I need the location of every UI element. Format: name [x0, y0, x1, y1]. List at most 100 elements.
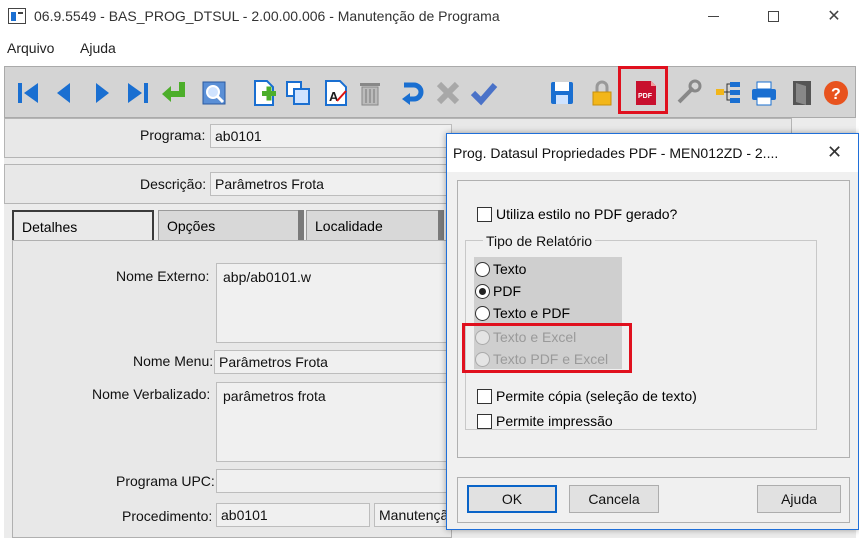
- permite-copia-checkbox-row[interactable]: Permite cópia (seleção de texto): [477, 388, 697, 404]
- maximize-icon: [767, 10, 779, 22]
- radio-pdf[interactable]: [475, 283, 490, 299]
- tab-opcoes[interactable]: Opções: [158, 210, 300, 242]
- tab-detalhes[interactable]: Detalhes: [12, 210, 154, 242]
- utiliza-estilo-checkbox[interactable]: [477, 206, 492, 222]
- maximize-button[interactable]: [750, 0, 796, 32]
- first-icon: [18, 83, 38, 103]
- next-record-button[interactable]: [87, 78, 117, 108]
- radio-texto[interactable]: [475, 261, 490, 277]
- procedimento-desc-field[interactable]: Manutençã: [374, 503, 452, 527]
- ok-button[interactable]: OK: [467, 485, 557, 513]
- last-record-button[interactable]: [123, 78, 153, 108]
- window-title: 06.9.5549 - BAS_PROG_DTSUL - 2.00.00.006…: [34, 8, 500, 24]
- menu-arquivo[interactable]: Arquivo: [7, 40, 54, 56]
- help-icon: ?: [824, 81, 848, 105]
- last-icon: [128, 83, 148, 103]
- radio-texto-pdf[interactable]: [475, 305, 490, 321]
- procedimento-field[interactable]: ab0101: [216, 503, 370, 527]
- descricao-field[interactable]: Parâmetros Frota: [210, 172, 452, 196]
- permite-impressao-label: Permite impressão: [496, 413, 613, 429]
- radio-row-pdf[interactable]: PDF: [475, 283, 521, 299]
- new-icon: [254, 80, 276, 106]
- utiliza-estilo-label: Utiliza estilo no PDF gerado?: [496, 206, 678, 222]
- nome-menu-label: Nome Menu:: [133, 353, 214, 369]
- utiliza-estilo-checkbox-row[interactable]: Utiliza estilo no PDF gerado?: [477, 206, 677, 222]
- tab-localidade[interactable]: Localidade: [306, 210, 440, 242]
- edit-icon: A: [325, 80, 347, 106]
- descricao-label: Descrição:: [140, 176, 207, 192]
- programa-upc-label: Programa UPC:: [116, 473, 215, 489]
- close-button[interactable]: ✕: [811, 0, 857, 32]
- radio-texto-pdf-label: Texto e PDF: [493, 305, 571, 321]
- delete-button[interactable]: [355, 78, 385, 108]
- minimize-button[interactable]: [690, 0, 736, 32]
- svg-text:A: A: [329, 89, 339, 104]
- tree-icon: [716, 82, 740, 103]
- copy-icon: [286, 81, 310, 105]
- tools-button[interactable]: [673, 78, 703, 108]
- toolbar: A PDF ?: [4, 66, 856, 118]
- radio-texto-label: Texto: [493, 261, 527, 277]
- first-record-button[interactable]: [13, 78, 43, 108]
- nome-verbalizado-label: Nome Verbalizado:: [92, 386, 211, 402]
- save-button[interactable]: [547, 78, 577, 108]
- nome-menu-field[interactable]: Parâmetros Frota: [214, 350, 452, 374]
- programa-upc-field[interactable]: [216, 469, 452, 493]
- lock-button[interactable]: [587, 78, 617, 108]
- goto-icon: [162, 82, 185, 102]
- confirm-button[interactable]: [469, 78, 499, 108]
- prev-record-button[interactable]: [49, 78, 79, 108]
- confirm-icon: [470, 83, 498, 106]
- cancel-button[interactable]: [433, 78, 463, 108]
- nome-externo-label: Nome Externo:: [116, 268, 210, 284]
- svg-text:?: ?: [831, 86, 841, 103]
- excel-options-highlight: [462, 323, 632, 373]
- pdf-highlight: [618, 66, 668, 114]
- dialog-title: Prog. Datasul Propriedades PDF - MEN012Z…: [453, 145, 779, 161]
- nome-externo-field[interactable]: abp/ab0101.w: [216, 263, 452, 343]
- search-button[interactable]: [199, 78, 229, 108]
- exit-icon: [793, 81, 811, 105]
- permite-copia-label: Permite cópia (seleção de texto): [496, 388, 697, 404]
- radio-pdf-label: PDF: [493, 283, 521, 299]
- prev-icon: [57, 83, 70, 103]
- permite-impressao-checkbox-row[interactable]: Permite impressão: [477, 413, 613, 429]
- nome-verbalizado-field[interactable]: parâmetros frota: [216, 382, 452, 462]
- permite-copia-checkbox[interactable]: [477, 388, 492, 404]
- search-icon: [202, 81, 226, 105]
- minimize-icon: [707, 15, 719, 17]
- cancela-button[interactable]: Cancela: [569, 485, 659, 513]
- tools-icon: [677, 79, 702, 104]
- dialog-close-icon[interactable]: ✕: [827, 142, 842, 163]
- radio-row-texto[interactable]: Texto: [475, 261, 526, 277]
- menu-bar: Arquivo Ajuda: [0, 36, 859, 60]
- app-icon: [8, 8, 26, 24]
- new-button[interactable]: [249, 78, 279, 108]
- procedimento-label: Procedimento:: [122, 508, 213, 524]
- radio-row-texto-pdf[interactable]: Texto e PDF: [475, 305, 570, 321]
- tree-button[interactable]: [713, 78, 743, 108]
- programa-field[interactable]: ab0101: [210, 124, 452, 148]
- delete-icon: [360, 83, 380, 106]
- tab-opcoes-shadow: [298, 210, 304, 242]
- ajuda-button[interactable]: Ajuda: [757, 485, 841, 513]
- title-bar: 06.9.5549 - BAS_PROG_DTSUL - 2.00.00.006…: [0, 0, 859, 32]
- menu-ajuda[interactable]: Ajuda: [80, 40, 116, 56]
- help-button[interactable]: ?: [821, 78, 851, 108]
- tipo-relatorio-label: Tipo de Relatório: [483, 233, 596, 249]
- goto-button[interactable]: [159, 78, 189, 108]
- undo-icon: [402, 82, 424, 105]
- lock-icon: [592, 80, 612, 106]
- cancel-icon: [436, 81, 460, 105]
- save-icon: [551, 82, 573, 104]
- edit-button[interactable]: A: [321, 78, 351, 108]
- dialog-title-bar: Prog. Datasul Propriedades PDF - MEN012Z…: [447, 134, 858, 172]
- print-button[interactable]: [749, 78, 779, 108]
- undo-button[interactable]: [397, 78, 427, 108]
- programa-label: Programa:: [140, 127, 206, 143]
- print-icon: [752, 81, 776, 106]
- exit-button[interactable]: [787, 78, 817, 108]
- next-icon: [96, 83, 109, 103]
- copy-button[interactable]: [283, 78, 313, 108]
- permite-impressao-checkbox[interactable]: [477, 413, 492, 429]
